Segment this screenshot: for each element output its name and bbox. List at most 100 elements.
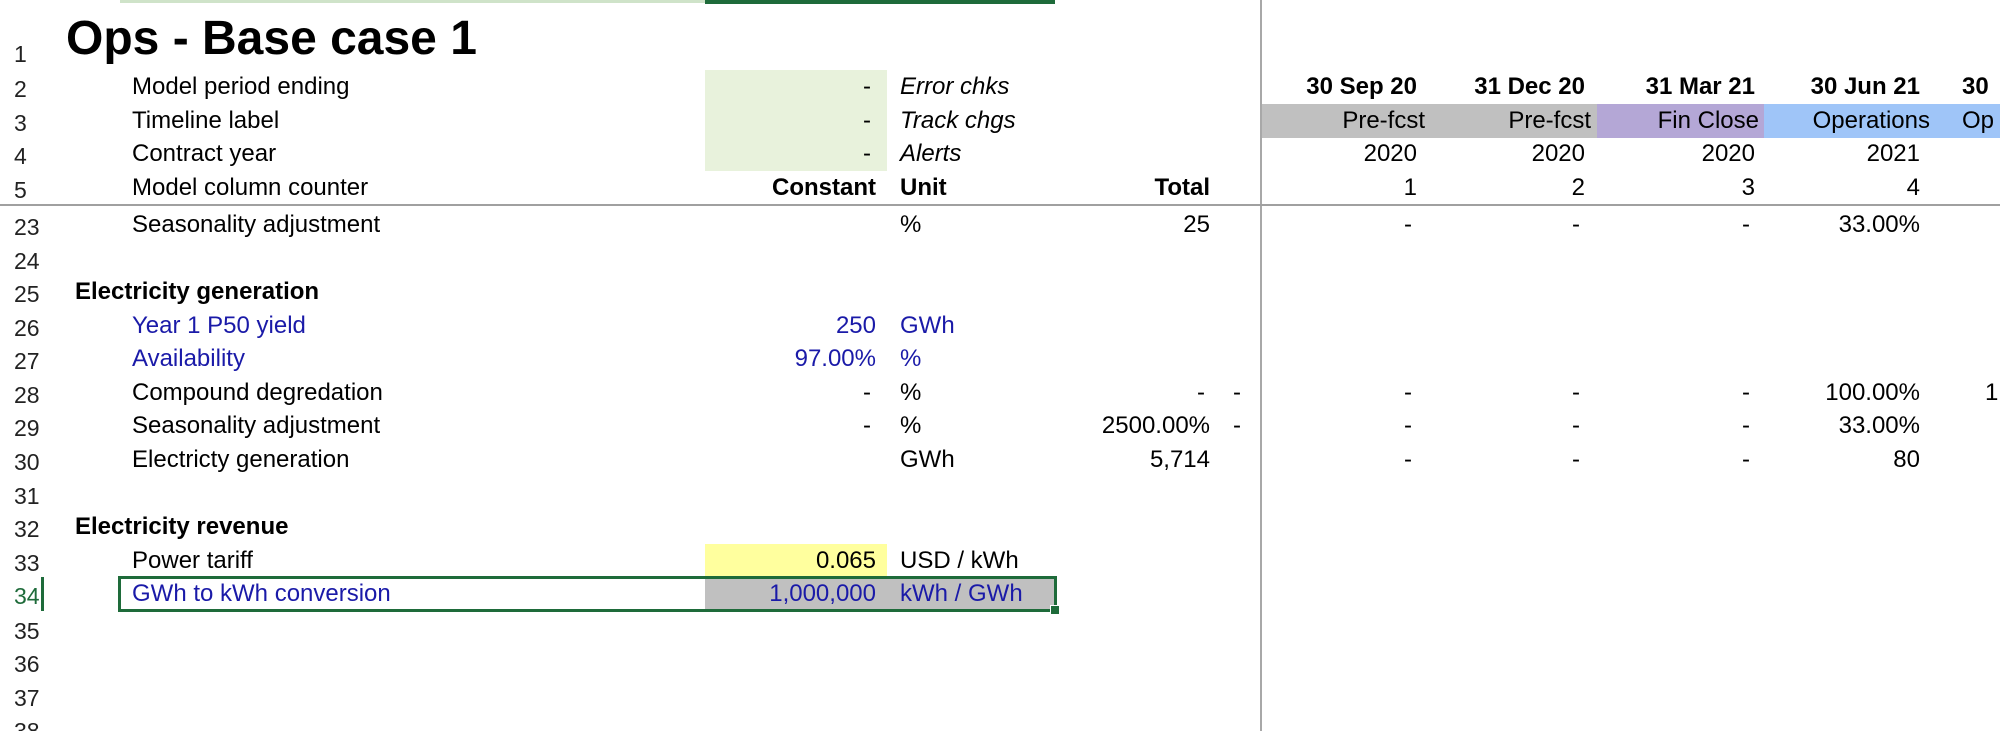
constant-cell[interactable]: - [705, 70, 887, 104]
row-number[interactable]: 3 [0, 104, 44, 138]
total-cell[interactable]: 5,714 [1060, 443, 1210, 477]
timeline-year[interactable]: 2020 [1430, 137, 1585, 171]
row-label[interactable]: Electricty generation [132, 443, 692, 477]
period-cell[interactable]: - [1262, 376, 1412, 410]
section-heading[interactable]: Electricity generation [75, 275, 635, 309]
timeline-label-operations[interactable]: Op [1934, 104, 2000, 138]
period-cell[interactable]: - [1600, 443, 1750, 477]
row-label[interactable]: Year 1 P50 yield [132, 309, 692, 343]
unit-cell[interactable]: % [900, 409, 1050, 443]
row-number[interactable]: 28 [0, 376, 44, 410]
constant-cell[interactable]: - [705, 137, 887, 171]
row-label[interactable]: Seasonality adjustment [132, 409, 692, 443]
row-number[interactable]: 5 [0, 171, 44, 205]
timeline-date[interactable]: 30 Jun 21 [1765, 70, 1920, 104]
timeline-label-prefcst[interactable]: Pre-fcst [1262, 104, 1431, 138]
period-cell[interactable]: - [1262, 409, 1412, 443]
period-cell[interactable]: 33.00% [1765, 208, 1920, 242]
unit-cell[interactable]: Track chgs [900, 104, 1050, 138]
timeline-date[interactable]: 30 Sep 20 [1262, 70, 1417, 104]
timeline-counter[interactable]: 4 [1765, 171, 1920, 205]
period-cell[interactable]: - [1262, 208, 1412, 242]
row-number[interactable]: 33 [0, 544, 44, 578]
unit-cell[interactable]: GWh [900, 309, 1050, 343]
unit-cell[interactable]: % [900, 342, 1050, 376]
period-cell[interactable]: - [1430, 376, 1580, 410]
row-number-active[interactable]: 34 [0, 577, 44, 611]
total-column-header[interactable]: Total [1060, 171, 1210, 205]
row-number[interactable]: 25 [0, 275, 44, 309]
row-number[interactable]: 23 [0, 208, 44, 242]
period-cell[interactable]: 1 [1985, 376, 2000, 410]
row-label[interactable]: Model period ending [132, 70, 692, 104]
unit-column-header[interactable]: Unit [900, 171, 1050, 205]
period-cell[interactable]: - [1600, 376, 1750, 410]
period-cell[interactable]: 33.00% [1765, 409, 1920, 443]
timeline-year[interactable]: 2020 [1600, 137, 1755, 171]
row-label[interactable]: Contract year [132, 137, 692, 171]
row-number[interactable]: 35 [0, 612, 44, 646]
row-number[interactable]: 27 [0, 342, 44, 376]
constant-cell[interactable]: 97.00% [705, 342, 887, 376]
timeline-date[interactable]: 30 [1962, 70, 2000, 104]
check-cell[interactable]: - [1222, 409, 1252, 443]
row-number[interactable]: 2 [0, 70, 44, 104]
row-label[interactable]: Model column counter [132, 171, 692, 205]
sheet-row: 29 Seasonality adjustment - % 2500.00% -… [0, 409, 2000, 443]
row-label[interactable]: Availability [132, 342, 692, 376]
period-cell[interactable]: - [1430, 443, 1580, 477]
timeline-counter[interactable]: 3 [1600, 171, 1755, 205]
unit-cell[interactable]: Alerts [900, 137, 1050, 171]
row-number[interactable]: 1 [0, 35, 44, 69]
timeline-year[interactable]: 2020 [1262, 137, 1417, 171]
constant-cell[interactable]: - [705, 104, 887, 138]
sheet-row: 35 [0, 612, 2000, 646]
unit-cell[interactable]: GWh [900, 443, 1050, 477]
constant-cell[interactable]: - [705, 409, 887, 443]
unit-cell[interactable]: Error chks [900, 70, 1050, 104]
check-cell[interactable]: - [1222, 376, 1252, 410]
total-cell[interactable]: - [1060, 376, 1205, 410]
row-number[interactable]: 4 [0, 137, 44, 171]
unit-cell[interactable]: % [900, 208, 1050, 242]
period-cell[interactable]: - [1600, 208, 1750, 242]
total-cell[interactable]: 25 [1060, 208, 1210, 242]
period-cell[interactable]: - [1600, 409, 1750, 443]
timeline-label-finclose[interactable]: Fin Close [1597, 104, 1764, 138]
period-cell[interactable]: - [1262, 443, 1412, 477]
period-cell[interactable]: - [1430, 409, 1580, 443]
timeline-label-operations[interactable]: Operations [1764, 104, 1934, 138]
timeline-counter[interactable]: 2 [1430, 171, 1585, 205]
timeline-date[interactable]: 31 Mar 21 [1600, 70, 1755, 104]
row-number[interactable]: 31 [0, 477, 44, 511]
row-number[interactable]: 32 [0, 510, 44, 544]
row-number[interactable]: 38 [0, 712, 44, 731]
constant-cell[interactable]: - [705, 376, 887, 410]
unit-cell[interactable]: % [900, 376, 1050, 410]
timeline-year[interactable]: 2021 [1765, 137, 1920, 171]
row-number[interactable]: 29 [0, 409, 44, 443]
row-label[interactable]: Timeline label [132, 104, 692, 138]
row-number[interactable]: 24 [0, 242, 44, 276]
cell-selection-outline[interactable] [118, 576, 1057, 612]
row-number[interactable]: 30 [0, 443, 44, 477]
constant-column-header[interactable]: Constant [705, 171, 887, 205]
section-heading[interactable]: Electricity revenue [75, 510, 635, 544]
sheet-row: 25 Electricity generation [0, 275, 2000, 309]
period-cell[interactable]: - [1430, 208, 1580, 242]
constant-cell[interactable]: 250 [705, 309, 887, 343]
row-label[interactable]: Compound degredation [132, 376, 692, 410]
row-label[interactable]: Seasonality adjustment [132, 208, 692, 242]
row-number[interactable]: 36 [0, 645, 44, 679]
row-number[interactable]: 37 [0, 679, 44, 713]
period-cell[interactable]: 100.00% [1765, 376, 1920, 410]
constant-cell[interactable]: 0.065 [705, 544, 887, 578]
period-cell[interactable]: 80 [1765, 443, 1920, 477]
timeline-label-prefcst[interactable]: Pre-fcst [1431, 104, 1597, 138]
row-label[interactable]: Power tariff [132, 544, 692, 578]
unit-cell[interactable]: USD / kWh [900, 544, 1050, 578]
timeline-date[interactable]: 31 Dec 20 [1430, 70, 1585, 104]
row-number[interactable]: 26 [0, 309, 44, 343]
total-cell[interactable]: 2500.00% [1060, 409, 1210, 443]
timeline-counter[interactable]: 1 [1262, 171, 1417, 205]
